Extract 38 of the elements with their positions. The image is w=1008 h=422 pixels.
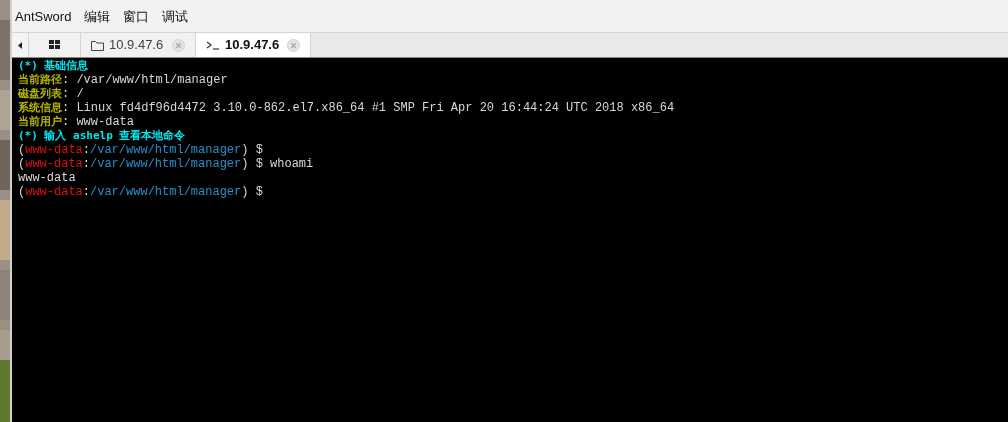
- terminal-text: :: [82, 143, 90, 157]
- folder-icon: [91, 39, 104, 51]
- terminal-text: (: [18, 185, 26, 199]
- tab[interactable]: 10.9.47.6: [196, 33, 311, 57]
- prompt-path: /var/www/html/manager: [90, 157, 242, 171]
- terminal-text: : Linux fd4df96d4472 3.10.0-862.el7.x86_64 #1 SMP Fri Apr 20 16:44:24 UTC 2018 x86_64: [62, 101, 675, 115]
- menu-item[interactable]: 编辑: [84, 6, 111, 26]
- terminal-label: 当前用户: [18, 115, 62, 128]
- scroll-left-button[interactable]: [12, 33, 29, 57]
- menu-item[interactable]: 调试: [162, 6, 189, 26]
- terminal-text: (: [18, 157, 26, 171]
- tab[interactable]: 10.9.47.6: [81, 33, 196, 57]
- terminal-text: ) $: [241, 185, 263, 199]
- terminal-text: www-data: [18, 171, 76, 185]
- terminal-heading: (*) 基础信息: [18, 59, 89, 72]
- terminal-text: ) $ whoami: [241, 157, 314, 171]
- terminal-label: 系统信息: [18, 101, 62, 114]
- prompt-path: /var/www/html/manager: [90, 185, 242, 199]
- tab[interactable]: [29, 33, 81, 57]
- terminal-text: : /: [62, 87, 84, 101]
- terminal-icon: [206, 40, 220, 50]
- terminal-text: ) $: [241, 143, 263, 157]
- caret-icon: [18, 41, 22, 49]
- prompt-user: www-data: [25, 157, 83, 171]
- prompt-path: /var/www/html/manager: [90, 143, 242, 157]
- menu-item[interactable]: AntSword: [15, 6, 72, 26]
- terminal-label: 当前路径: [18, 73, 62, 86]
- terminal-label: 磁盘列表: [18, 87, 62, 100]
- terminal-heading: (*) 输入 ashelp 查看本地命令: [18, 129, 186, 142]
- terminal-text: : www-data: [62, 115, 134, 129]
- prompt-user: www-data: [25, 185, 83, 199]
- terminal-text: :: [82, 185, 90, 199]
- menu-item[interactable]: 窗口: [123, 6, 150, 26]
- terminal-text: : /var/www/html/manager: [62, 73, 228, 87]
- terminal-text: (: [18, 143, 26, 157]
- terminal-text: :: [82, 157, 90, 171]
- grid-icon: [48, 40, 61, 50]
- prompt-user: www-data: [25, 143, 83, 157]
